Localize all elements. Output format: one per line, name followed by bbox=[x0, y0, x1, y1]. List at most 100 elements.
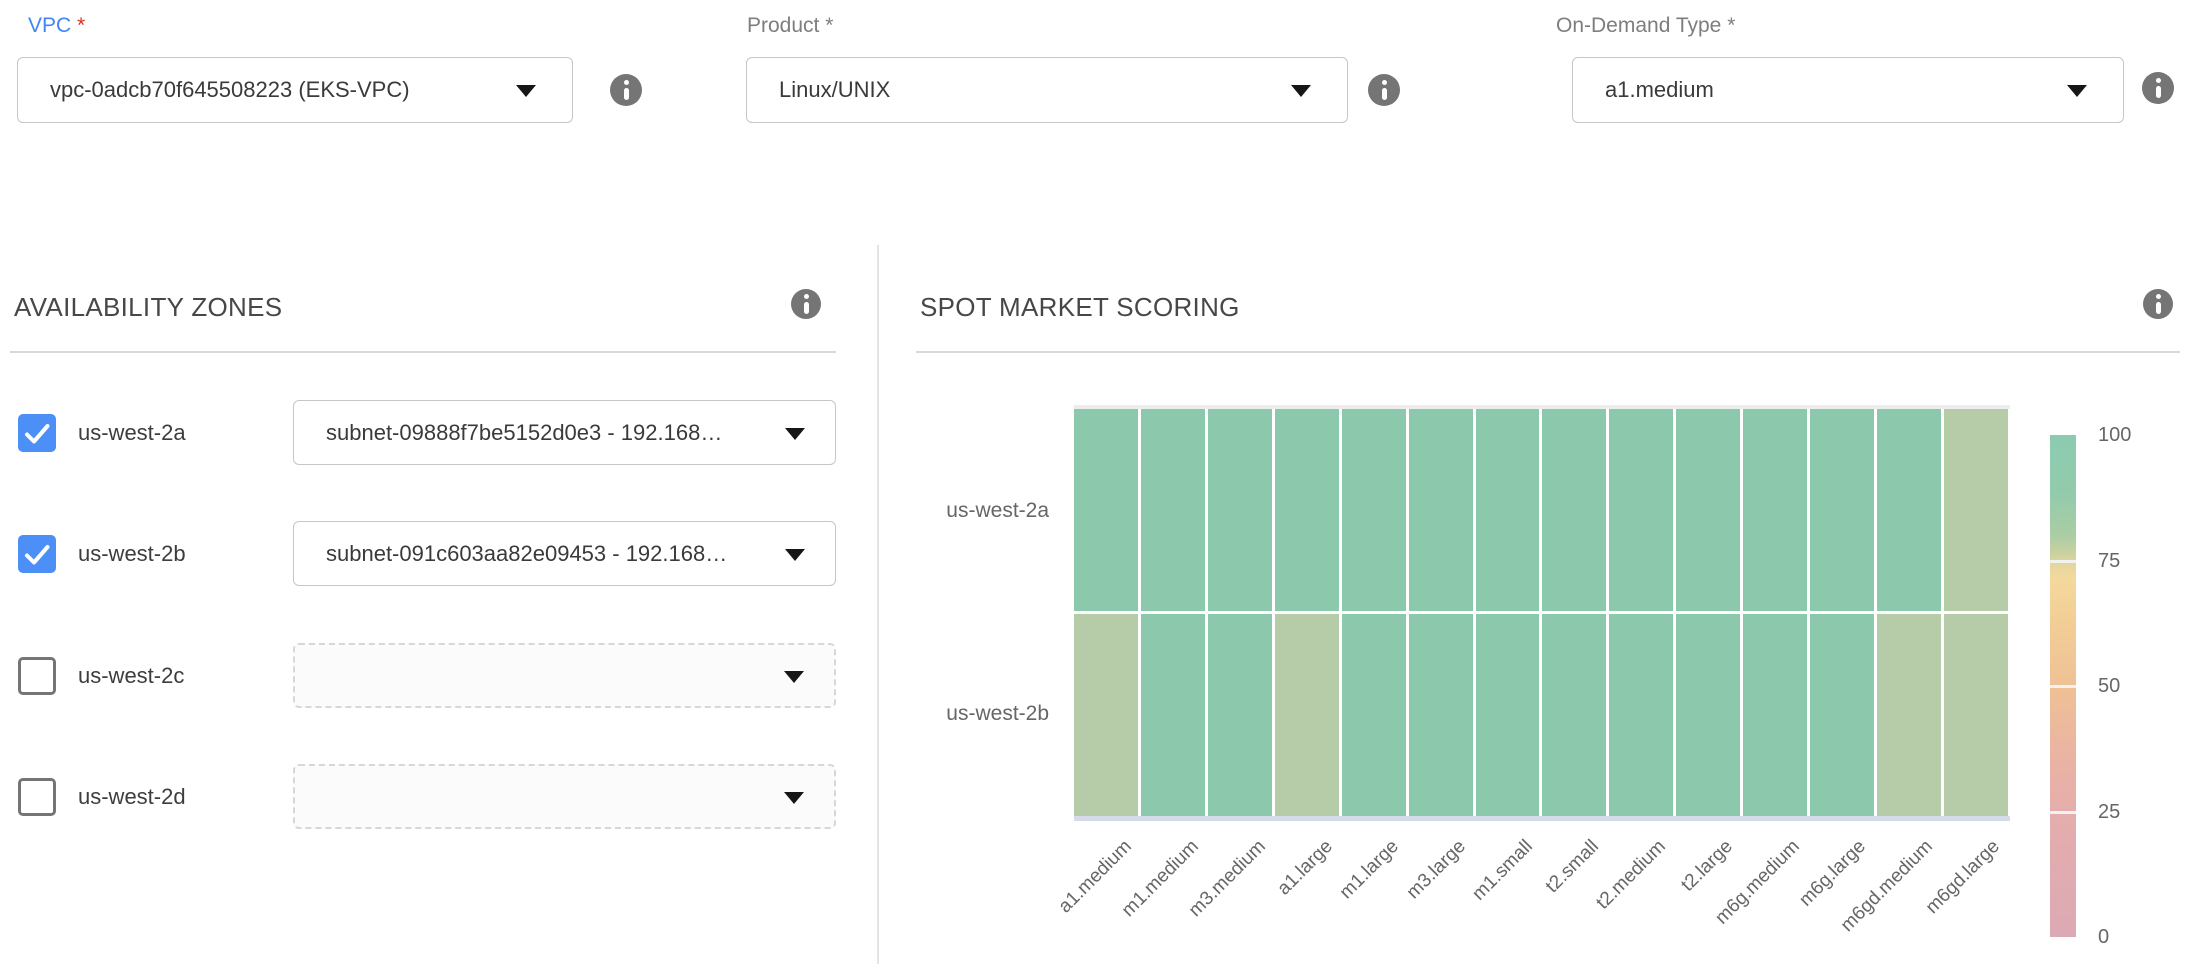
zone-label: us-west-2a bbox=[78, 420, 186, 446]
chevron-down-icon bbox=[784, 671, 804, 683]
info-icon bbox=[804, 302, 809, 314]
product-label-text: Product bbox=[747, 14, 819, 37]
product-info-icon[interactable] bbox=[1368, 74, 1400, 106]
heatmap-cell-us-west-2b-a1.medium bbox=[1074, 614, 1138, 816]
heatmap-cell-us-west-2a-t2.small bbox=[1542, 409, 1606, 611]
zone-checkbox-us-west-2b[interactable] bbox=[18, 535, 56, 573]
heatmap-cell-us-west-2a-a1.large bbox=[1275, 409, 1339, 611]
heatmap-cell-us-west-2a-m6gd.large bbox=[1944, 409, 2008, 611]
spot-market-scoring-title: SPOT MARKET SCORING bbox=[920, 292, 1240, 323]
colorbar-label-25: 25 bbox=[2098, 801, 2120, 824]
zone-label: us-west-2b bbox=[78, 541, 186, 567]
heatmap-cell-us-west-2b-m1.small bbox=[1476, 614, 1540, 816]
colorbar-label-75: 75 bbox=[2098, 550, 2120, 573]
heatmap-cell-us-west-2b-m1.medium bbox=[1141, 614, 1205, 816]
vpc-label-text: VPC bbox=[28, 14, 71, 37]
availability-zones-info-icon[interactable] bbox=[791, 289, 821, 319]
heatmap-ylabel-us-west-2b: us-west-2b bbox=[879, 702, 1049, 726]
section-divider bbox=[877, 245, 879, 964]
heatmap-cell-us-west-2b-m6gd.large bbox=[1944, 614, 2008, 816]
heatmap-cell-us-west-2a-t2.medium bbox=[1609, 409, 1673, 611]
colorbar-tick-line bbox=[2050, 560, 2076, 563]
heatmap-cell-us-west-2a-m3.large bbox=[1409, 409, 1473, 611]
heatmap-cell-us-west-2b-t2.medium bbox=[1609, 614, 1673, 816]
on-demand-type-required-asterisk: * bbox=[1727, 14, 1735, 37]
on-demand-type-info-icon[interactable] bbox=[2142, 72, 2174, 104]
vpc-select[interactable]: vpc-0adcb70f645508223 (EKS-VPC) bbox=[17, 57, 573, 123]
availability-zones-underline bbox=[10, 351, 836, 353]
az-row-us-west-2d: us-west-2d bbox=[0, 764, 878, 829]
product-required-asterisk: * bbox=[825, 14, 833, 37]
check-icon bbox=[18, 535, 56, 573]
heatmap-cell-us-west-2a-a1.medium bbox=[1074, 409, 1138, 611]
colorbar-label-0: 0 bbox=[2098, 926, 2109, 949]
zone-checkbox-us-west-2c[interactable] bbox=[18, 657, 56, 695]
colorbar-tick-line bbox=[2050, 811, 2076, 814]
az-row-us-west-2a: us-west-2a subnet-09888f7be5152d0e3 - 192… bbox=[0, 400, 878, 465]
heatmap-axis-line bbox=[1074, 816, 2010, 821]
colorbar-label-50: 50 bbox=[2098, 675, 2120, 698]
heatmap-cell-us-west-2b-m6gd.medium bbox=[1877, 614, 1941, 816]
chevron-down-icon bbox=[516, 85, 536, 97]
heatmap-cell-us-west-2a-t2.large bbox=[1676, 409, 1740, 611]
info-icon bbox=[2156, 78, 2161, 83]
subnet-select-us-west-2b[interactable]: subnet-091c603aa82e09453 - 192.168… bbox=[293, 521, 836, 586]
heatmap-ylabel-us-west-2a: us-west-2a bbox=[879, 499, 1049, 523]
heatmap-cell-us-west-2b-m1.large bbox=[1342, 614, 1406, 816]
heatmap-cell-us-west-2b-m3.medium bbox=[1208, 614, 1272, 816]
product-select[interactable]: Linux/UNIX bbox=[746, 57, 1348, 123]
heatmap-cell-us-west-2a-m1.small bbox=[1476, 409, 1540, 611]
spot-market-scoring-info-icon[interactable] bbox=[2143, 289, 2173, 319]
chevron-down-icon bbox=[784, 792, 804, 804]
vpc-label: VPC * bbox=[28, 14, 85, 38]
subnet-select-value: subnet-091c603aa82e09453 - 192.168… bbox=[326, 541, 727, 567]
subnet-select-us-west-2a[interactable]: subnet-09888f7be5152d0e3 - 192.168… bbox=[293, 400, 836, 465]
info-icon bbox=[2156, 302, 2161, 314]
spot-market-scoring-underline bbox=[916, 351, 2180, 353]
info-icon bbox=[2156, 294, 2161, 299]
spot-console-page: VPC * vpc-0adcb70f645508223 (EKS-VPC) Pr… bbox=[0, 0, 2196, 964]
info-icon bbox=[1382, 88, 1387, 100]
heatmap-cell-us-west-2a-m6g.medium bbox=[1743, 409, 1807, 611]
heatmap-cell-us-west-2b-m3.large bbox=[1409, 614, 1473, 816]
colorbar-tick-line bbox=[2050, 685, 2076, 688]
on-demand-type-select-value: a1.medium bbox=[1605, 77, 1714, 103]
on-demand-type-label-text: On-Demand Type bbox=[1556, 14, 1721, 37]
zone-checkbox-us-west-2a[interactable] bbox=[18, 414, 56, 452]
zone-label: us-west-2c bbox=[78, 663, 184, 689]
vpc-select-value: vpc-0adcb70f645508223 (EKS-VPC) bbox=[50, 77, 410, 103]
az-row-us-west-2b: us-west-2b subnet-091c603aa82e09453 - 192… bbox=[0, 521, 878, 586]
info-icon bbox=[624, 80, 629, 85]
product-select-value: Linux/UNIX bbox=[779, 77, 890, 103]
heatmap-cell-us-west-2b-a1.large bbox=[1275, 614, 1339, 816]
availability-zones-title: AVAILABILITY ZONES bbox=[14, 292, 282, 323]
vpc-info-icon[interactable] bbox=[610, 74, 642, 106]
info-icon bbox=[1382, 80, 1387, 85]
heatmap-cell-us-west-2a-m1.large bbox=[1342, 409, 1406, 611]
subnet-select-us-west-2c[interactable] bbox=[293, 643, 836, 708]
zone-checkbox-us-west-2d[interactable] bbox=[18, 778, 56, 816]
heatmap-cell-us-west-2b-t2.small bbox=[1542, 614, 1606, 816]
chevron-down-icon bbox=[785, 549, 805, 561]
heatmap-cell-us-west-2a-m6gd.medium bbox=[1877, 409, 1941, 611]
info-icon bbox=[624, 88, 629, 100]
heatmap-cell-us-west-2b-m6g.medium bbox=[1743, 614, 1807, 816]
heatmap-cell-us-west-2b-t2.large bbox=[1676, 614, 1740, 816]
chevron-down-icon bbox=[1291, 85, 1311, 97]
spot-market-heatmap bbox=[1074, 409, 2008, 816]
heatmap-cell-us-west-2a-m3.medium bbox=[1208, 409, 1272, 611]
info-icon bbox=[2156, 86, 2161, 98]
heatmap-colorbar bbox=[2050, 435, 2076, 937]
subnet-select-us-west-2d[interactable] bbox=[293, 764, 836, 829]
az-row-us-west-2c: us-west-2c bbox=[0, 643, 878, 708]
heatmap-cell-us-west-2a-m1.medium bbox=[1141, 409, 1205, 611]
product-label: Product * bbox=[747, 14, 833, 38]
heatmap-cell-us-west-2a-m6g.large bbox=[1810, 409, 1874, 611]
on-demand-type-select[interactable]: a1.medium bbox=[1572, 57, 2124, 123]
chevron-down-icon bbox=[2067, 85, 2087, 97]
vpc-required-asterisk: * bbox=[77, 14, 85, 37]
chevron-down-icon bbox=[785, 428, 805, 440]
heatmap-cell-us-west-2b-m6g.large bbox=[1810, 614, 1874, 816]
info-icon bbox=[804, 294, 809, 299]
subnet-select-value: subnet-09888f7be5152d0e3 - 192.168… bbox=[326, 420, 722, 446]
